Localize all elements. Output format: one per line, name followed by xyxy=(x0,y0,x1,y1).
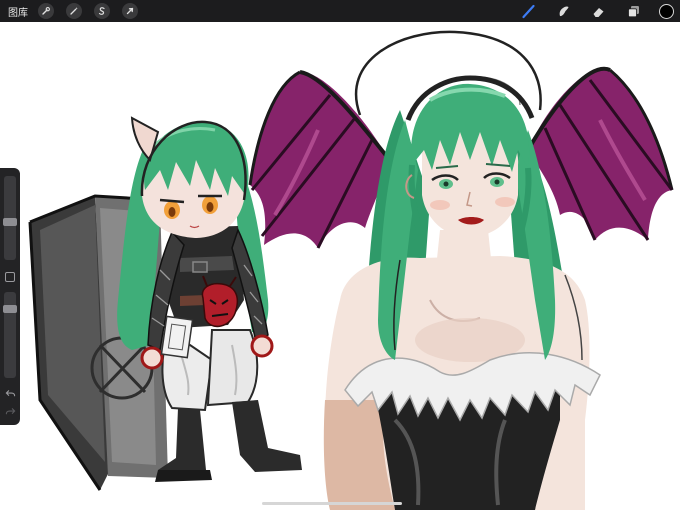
top-toolbar: 图库 xyxy=(0,0,680,22)
brush-tool[interactable] xyxy=(519,2,537,20)
home-indicator xyxy=(262,502,402,505)
drawing-canvas[interactable] xyxy=(0,22,680,510)
smudge-tool[interactable] xyxy=(554,2,572,20)
right-tool-group xyxy=(519,0,680,22)
wrench-icon xyxy=(42,7,50,15)
selection-button[interactable] xyxy=(94,3,110,19)
smudge-icon xyxy=(559,5,568,16)
eraser-tool[interactable] xyxy=(589,2,607,20)
eraser-icon xyxy=(593,7,603,17)
gallery-button[interactable]: 图库 xyxy=(8,4,28,19)
layers-tool[interactable] xyxy=(624,2,642,20)
arrow-cursor-icon xyxy=(126,7,134,15)
adjustments-button[interactable] xyxy=(66,3,82,19)
actions-button[interactable] xyxy=(38,3,54,19)
brush-icon xyxy=(521,4,535,18)
succubus-character-painting xyxy=(248,30,674,510)
layers-icon xyxy=(627,5,639,17)
transform-button[interactable] xyxy=(122,3,138,19)
magic-wand-icon xyxy=(70,7,78,15)
artwork xyxy=(28,30,674,510)
selection-s-icon xyxy=(98,7,105,15)
color-picker-swatch[interactable] xyxy=(659,3,674,19)
